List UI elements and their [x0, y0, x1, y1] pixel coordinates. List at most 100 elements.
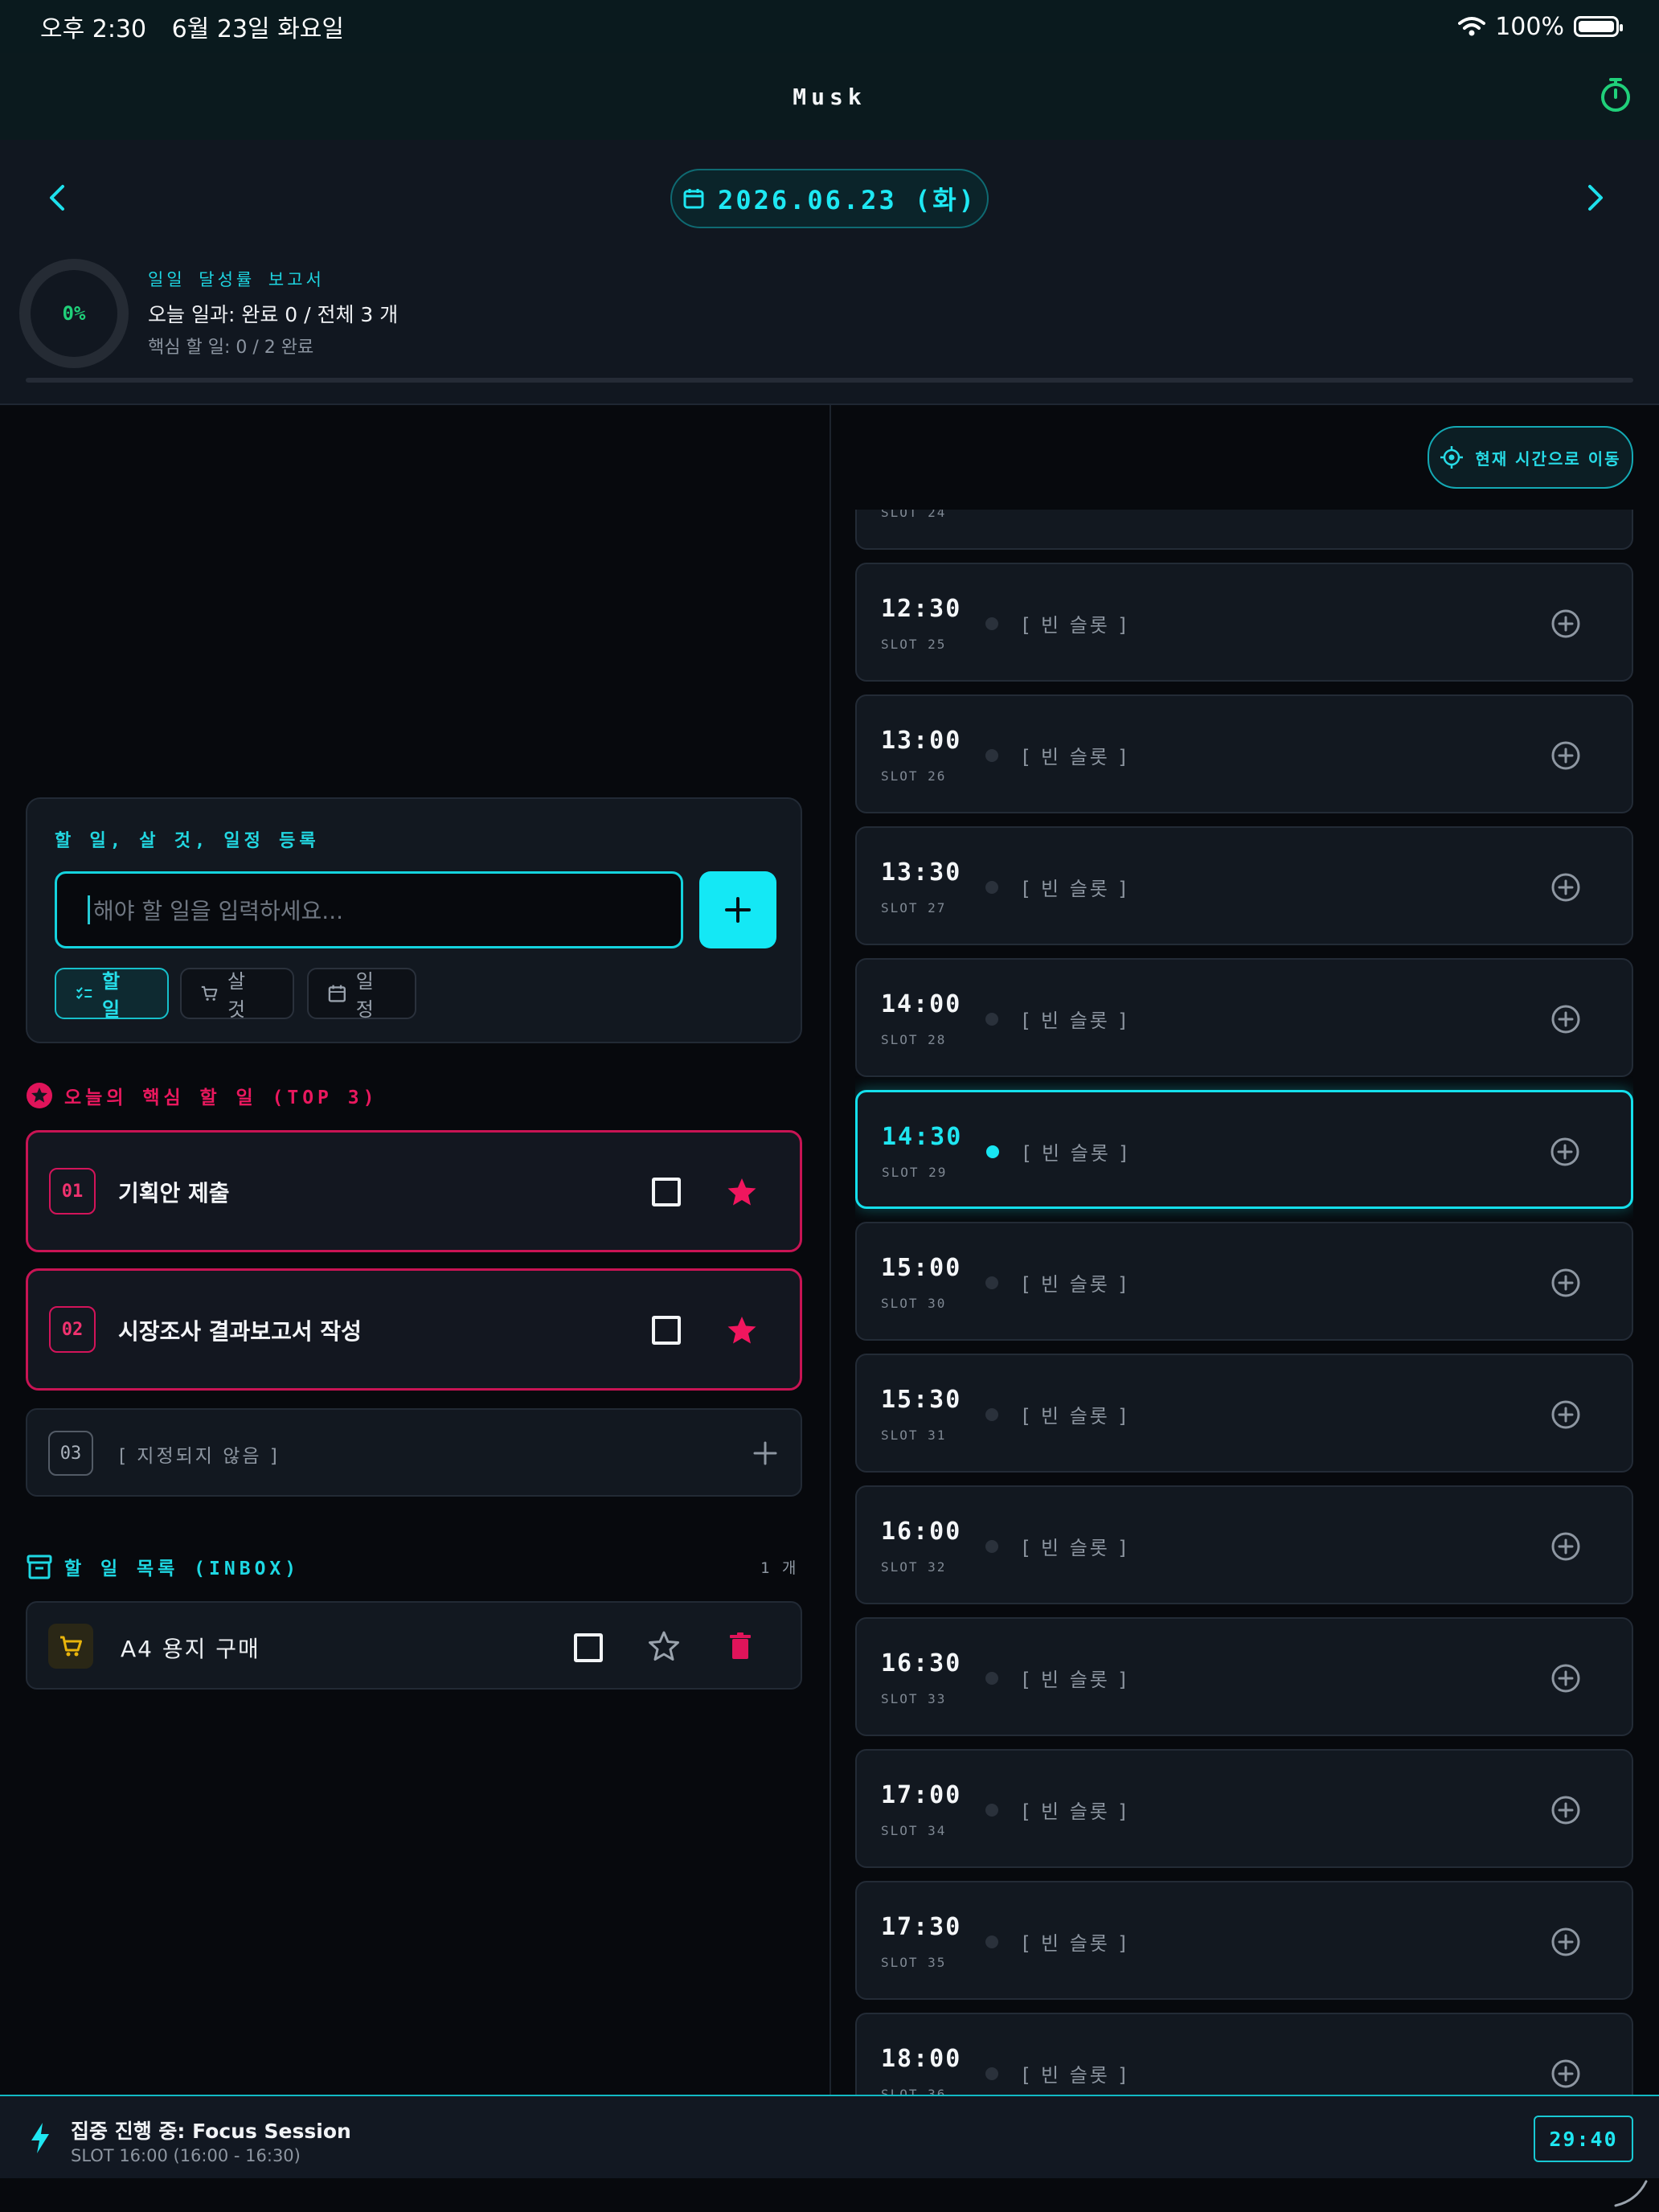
- panel-divider: [830, 405, 831, 2096]
- add-circle-icon[interactable]: [1550, 1794, 1582, 1826]
- slot-empty-label: [ 빈 슬롯 ]: [1022, 1537, 1129, 1559]
- stopwatch-icon[interactable]: [1596, 76, 1635, 114]
- chip-shopping[interactable]: 살 것: [180, 968, 294, 1021]
- timeline-slot-current[interactable]: 14:30 SLOT 29 [ 빈 슬롯 ]: [855, 1090, 1633, 1209]
- timeline-slot[interactable]: 16:00 SLOT 32 [ 빈 슬롯 ]: [855, 1485, 1633, 1604]
- slot-status-dot: [985, 617, 998, 630]
- core-task-empty-slot[interactable]: 03 [ 지정되지 않음 ]: [26, 1408, 802, 1497]
- go-to-current-time-button[interactable]: 현재 시간으로 이동: [1428, 426, 1633, 489]
- star-filled-icon[interactable]: [726, 1314, 758, 1346]
- date-section: 2026.06.23 (화) 0% 일일 달성률 보고서 오늘 일과: 완료 0…: [0, 140, 1659, 405]
- slot-empty-label: [ 빈 슬롯 ]: [1022, 1932, 1129, 1955]
- prev-day-button[interactable]: [42, 182, 74, 214]
- add-task-label: 할 일, 살 것, 일정 등록: [55, 831, 320, 851]
- add-circle-icon[interactable]: [1550, 1399, 1582, 1431]
- slot-empty-label: [ 빈 슬롯 ]: [1022, 1405, 1129, 1428]
- resize-handle-icon: [1614, 2180, 1648, 2207]
- inbox-section-heading: 할 일 목록 (INBOX): [26, 1553, 300, 1580]
- chip-schedule[interactable]: 일정: [307, 968, 416, 1021]
- timeline-slot[interactable]: 15:30 SLOT 31 [ 빈 슬롯 ]: [855, 1354, 1633, 1473]
- timeline-slot[interactable]: SLOT 24: [855, 510, 1633, 550]
- slot-number: SLOT 26: [881, 768, 947, 784]
- core-heading-text: 오늘의 핵심 할 일 (TOP 3): [64, 1088, 379, 1108]
- focus-session-bar[interactable]: 집중 진행 중: Focus Session SLOT 16:00 (16:00…: [0, 2095, 1659, 2178]
- slot-number: SLOT 33: [881, 1691, 947, 1706]
- app-title: Musk: [793, 83, 866, 110]
- timeline-slot[interactable]: 13:00 SLOT 26 [ 빈 슬롯 ]: [855, 694, 1633, 813]
- add-circle-icon[interactable]: [1550, 2058, 1582, 2090]
- core-task-card[interactable]: 02 시장조사 결과보고서 작성: [26, 1268, 802, 1391]
- slot-number: SLOT 28: [881, 1032, 947, 1047]
- slot-empty-label: [ 빈 슬롯 ]: [1022, 1010, 1129, 1032]
- timeline-slot[interactable]: 16:30 SLOT 33 [ 빈 슬롯 ]: [855, 1617, 1633, 1736]
- add-circle-icon[interactable]: [1550, 871, 1582, 903]
- slot-status-dot: [985, 1013, 998, 1026]
- timeline-list[interactable]: SLOT 24 12:30 SLOT 25 [ 빈 슬롯 ] 13:00 SLOT 26…: [855, 510, 1633, 2096]
- add-circle-icon[interactable]: [1550, 1662, 1582, 1694]
- slot-number: SLOT 31: [881, 1428, 947, 1443]
- task-input[interactable]: 해야 할 일을 입력하세요...: [55, 871, 683, 948]
- add-circle-icon[interactable]: [1550, 1926, 1582, 1958]
- core-section-heading: 오늘의 핵심 할 일 (TOP 3): [26, 1082, 378, 1109]
- timeline-slot[interactable]: 15:00 SLOT 30 [ 빈 슬롯 ]: [855, 1222, 1633, 1341]
- slot-time: 17:00: [881, 1781, 962, 1809]
- add-circle-icon[interactable]: [1550, 1267, 1582, 1299]
- battery-icon: [1574, 16, 1623, 37]
- archive-icon: [27, 1555, 52, 1579]
- star-filled-icon[interactable]: [726, 1176, 758, 1208]
- cart-icon: [60, 1636, 82, 1657]
- slot-time: 15:00: [881, 1254, 962, 1282]
- report-core-summary: 핵심 할 일: 0 / 2 완료: [148, 338, 314, 358]
- checklist-icon: [76, 987, 92, 1000]
- focus-countdown[interactable]: 29:40: [1534, 2116, 1633, 2162]
- complete-checkbox[interactable]: [574, 1633, 603, 1662]
- core-task-card[interactable]: 01 기획안 제출: [26, 1130, 802, 1252]
- date-picker-button[interactable]: 2026.06.23 (화): [670, 169, 989, 228]
- task-input-placeholder: 해야 할 일을 입력하세요...: [93, 898, 344, 924]
- cart-icon: [201, 985, 218, 1001]
- add-circle-icon[interactable]: [1550, 739, 1582, 772]
- add-circle-icon[interactable]: [1550, 1530, 1582, 1563]
- slot-number: SLOT 24: [881, 510, 947, 520]
- timeline-slot[interactable]: 17:30 SLOT 35 [ 빈 슬롯 ]: [855, 1881, 1633, 2000]
- inbox-heading-text: 할 일 목록 (INBOX): [64, 1559, 301, 1579]
- add-circle-icon[interactable]: [1549, 1136, 1581, 1168]
- chip-schedule-label: 일정: [355, 970, 377, 1021]
- star-badge-icon: [27, 1083, 52, 1108]
- slot-status-dot: [985, 1936, 998, 1948]
- add-circle-icon[interactable]: [1550, 608, 1582, 640]
- timeline-slot[interactable]: 14:00 SLOT 28 [ 빈 슬롯 ]: [855, 958, 1633, 1077]
- slot-empty-label: [ 빈 슬롯 ]: [1023, 1142, 1129, 1165]
- wifi-icon: [1458, 17, 1486, 36]
- add-task-button[interactable]: [699, 871, 776, 948]
- lightning-icon: [31, 2123, 49, 2153]
- slot-empty-label: [ 빈 슬롯 ]: [1022, 2064, 1129, 2087]
- slot-empty-label: [ 빈 슬롯 ]: [1022, 878, 1129, 900]
- slot-number: SLOT 30: [881, 1296, 947, 1311]
- timeline-slot[interactable]: 12:30 SLOT 25 [ 빈 슬롯 ]: [855, 563, 1633, 682]
- shopping-type-badge: [48, 1624, 93, 1669]
- timeline-slot[interactable]: 18:00 SLOT 36[ 빈 슬롯 ]: [855, 2013, 1633, 2096]
- add-circle-icon[interactable]: [1550, 1003, 1582, 1035]
- slot-time: 13:00: [881, 727, 962, 755]
- app-header: Musk: [0, 53, 1659, 140]
- complete-checkbox[interactable]: [652, 1178, 681, 1206]
- slot-empty-label: [ 빈 슬롯 ]: [1022, 1273, 1129, 1296]
- core-task-number: 01: [49, 1168, 96, 1215]
- go-to-current-time-label: 현재 시간으로 이동: [1475, 449, 1621, 469]
- next-day-button[interactable]: [1579, 182, 1611, 214]
- star-outline-icon[interactable]: [648, 1630, 680, 1662]
- inbox-item[interactable]: A4 용지 구매: [26, 1601, 802, 1690]
- slot-number: SLOT 29: [882, 1165, 948, 1180]
- slot-time: 15:30: [881, 1386, 962, 1414]
- chip-todo[interactable]: 할 일: [55, 968, 169, 1021]
- complete-checkbox[interactable]: [652, 1316, 681, 1345]
- slot-status-dot: [985, 1804, 998, 1817]
- trash-icon[interactable]: [728, 1632, 752, 1661]
- timeline-slot[interactable]: 13:30 SLOT 27 [ 빈 슬롯 ]: [855, 826, 1633, 945]
- inbox-item-text: A4 용지 구매: [121, 1636, 260, 1662]
- timeline-slot[interactable]: 17:00 SLOT 34 [ 빈 슬롯 ]: [855, 1749, 1633, 1868]
- slot-number: SLOT 27: [881, 900, 947, 916]
- slot-number: SLOT 34: [881, 1823, 947, 1838]
- plus-icon[interactable]: [752, 1440, 778, 1466]
